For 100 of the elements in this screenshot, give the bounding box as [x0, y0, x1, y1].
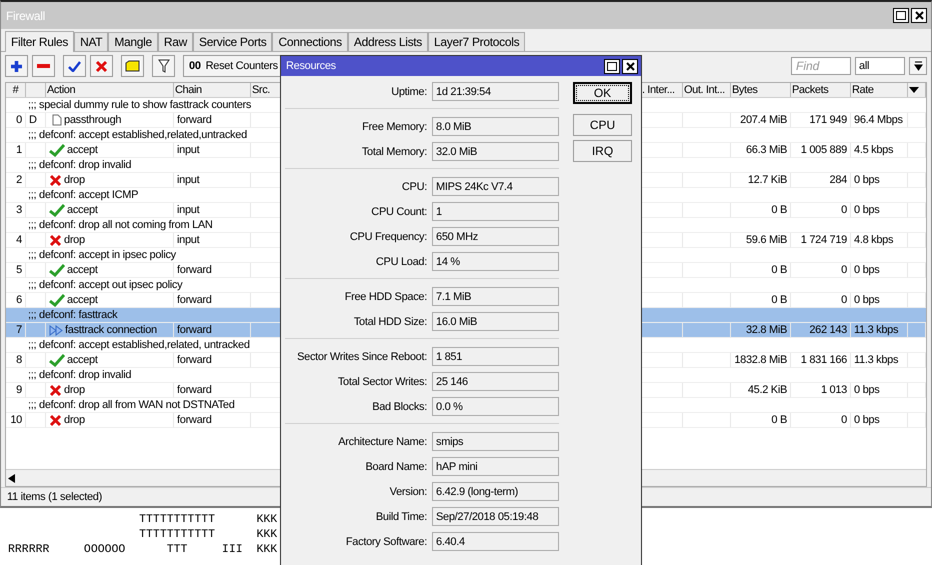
action-text: drop — [64, 233, 85, 247]
field-label: Total HDD Size: — [352, 316, 427, 328]
bytes-text: 45.2 KiB — [748, 383, 787, 397]
packets-text: 262 143 — [809, 323, 847, 337]
bytes-text: 0 B — [771, 203, 787, 217]
rate-text: 4.5 kbps — [854, 143, 894, 157]
bytes-text: 0 B — [771, 263, 787, 277]
flag-text: D — [29, 113, 37, 127]
value-field: 16.0 MiB — [432, 312, 559, 331]
value-field: 0.0 % — [432, 397, 559, 416]
field-label: Factory Software: — [344, 536, 427, 548]
rule-number: 0 — [16, 113, 22, 127]
terminal-line: RRRRRR OOOOOO TTT III KKK — [8, 542, 278, 557]
field-label: Bad Blocks: — [371, 400, 427, 412]
value-field: 7.1 MiB — [432, 287, 559, 306]
field-label: Version: — [388, 486, 427, 498]
action-text: passthrough — [64, 113, 122, 127]
chain-text: forward — [177, 113, 212, 127]
field-label: Board Name: — [364, 460, 427, 472]
value-field: 1 851 — [432, 347, 559, 366]
rate-text: 96.4 Mbps — [854, 113, 903, 127]
rate-text: 11.3 kbps — [854, 353, 898, 367]
value-field: 25 146 — [432, 372, 559, 391]
packets-text: 284 — [830, 173, 847, 187]
chain-text: input — [177, 233, 200, 247]
bytes-text: 12.7 KiB — [748, 173, 787, 187]
rule-number: 6 — [16, 293, 22, 307]
value-field: 8.0 MiB — [432, 117, 559, 136]
chain-text: input — [177, 173, 200, 187]
rate-text: 0 bps — [854, 413, 880, 427]
action-text: drop — [64, 413, 85, 427]
field-label: Total Memory: — [360, 146, 427, 158]
bytes-text: 1832.8 MiB — [734, 353, 787, 367]
action-text: fasttrack connection — [65, 323, 157, 337]
rate-text: 0 bps — [854, 173, 880, 187]
action-text: accept — [67, 263, 98, 277]
field-label: CPU Count: — [370, 206, 427, 218]
chain-text: forward — [177, 353, 212, 367]
terminal-line: TTTTTTTTTTT KKK — [138, 512, 278, 527]
chain-text: forward — [177, 323, 212, 337]
packets-text: 1 724 719 — [800, 233, 847, 247]
rate-text: 0 bps — [854, 293, 880, 307]
field-label: Sector Writes Since Reboot: — [296, 350, 427, 362]
value-field: 650 MHz — [432, 227, 559, 246]
dialog-title: Resources — [286, 60, 336, 72]
packets-text: 1 831 166 — [800, 353, 847, 367]
bytes-text: 0 B — [771, 413, 787, 427]
packets-text: 0 — [841, 413, 847, 427]
rule-number: 5 — [16, 263, 22, 277]
value-field: 14 % — [432, 252, 559, 271]
field-label: Uptime: — [390, 86, 427, 98]
rule-number: 4 — [16, 233, 22, 247]
bytes-text: 66.3 MiB — [746, 143, 787, 157]
bytes-text: 0 B — [771, 293, 787, 307]
field-label: CPU Frequency: — [348, 230, 427, 242]
chain-text: forward — [177, 263, 212, 277]
rule-number: 7 — [16, 323, 22, 337]
field-label: CPU Load: — [374, 256, 427, 268]
rate-text: 4.8 kbps — [854, 233, 894, 247]
value-field: 6.40.4 — [432, 532, 559, 551]
field-label: Total Sector Writes: — [336, 376, 427, 388]
value-field: MIPS 24Kc V7.4 — [432, 177, 559, 196]
rule-number: 1 — [16, 143, 22, 157]
value-field: 6.42.9 (long-term) — [432, 482, 559, 501]
field-label: CPU: — [400, 180, 427, 192]
rule-number: 10 — [10, 413, 22, 427]
value-field: hAP mini — [432, 457, 559, 476]
field-label: Build Time: — [374, 510, 427, 522]
action-text: accept — [67, 203, 98, 217]
packets-text: 0 — [841, 293, 847, 307]
rule-number: 9 — [16, 383, 22, 397]
field-label: Free Memory: — [361, 120, 427, 132]
field-label: Architecture Name: — [337, 436, 427, 448]
chain-text: forward — [177, 413, 212, 427]
chain-text: forward — [177, 293, 212, 307]
field-label: Free HDD Space: — [344, 290, 427, 302]
action-text: accept — [67, 143, 98, 157]
terminal-line: TTTTTTTTTTT KKK — [138, 527, 278, 542]
rate-text: 11.3 kbps — [854, 323, 898, 337]
rule-number: 8 — [16, 353, 22, 367]
rule-number: 2 — [16, 173, 22, 187]
bytes-text: 207.4 MiB — [740, 113, 787, 127]
packets-text: 171 949 — [809, 113, 847, 127]
chain-text: input — [177, 143, 200, 157]
chain-text: input — [177, 203, 200, 217]
action-text: drop — [64, 383, 85, 397]
bytes-text: 59.6 MiB — [746, 233, 787, 247]
value-field: 32.0 MiB — [432, 142, 559, 161]
packets-text: 0 — [841, 203, 847, 217]
packets-text: 1 005 889 — [800, 143, 847, 157]
value-field: 1d 21:39:54 — [432, 82, 559, 101]
rule-number: 3 — [16, 203, 22, 217]
packets-text: 1 013 — [820, 383, 847, 397]
rate-text: 0 bps — [854, 263, 880, 277]
chain-text: forward — [177, 383, 212, 397]
value-field: 1 — [432, 202, 559, 221]
value-field: smips — [432, 432, 559, 451]
rate-text: 0 bps — [854, 203, 880, 217]
bytes-text: 32.8 MiB — [746, 323, 787, 337]
value-field: Sep/27/2018 05:19:48 — [432, 507, 559, 526]
